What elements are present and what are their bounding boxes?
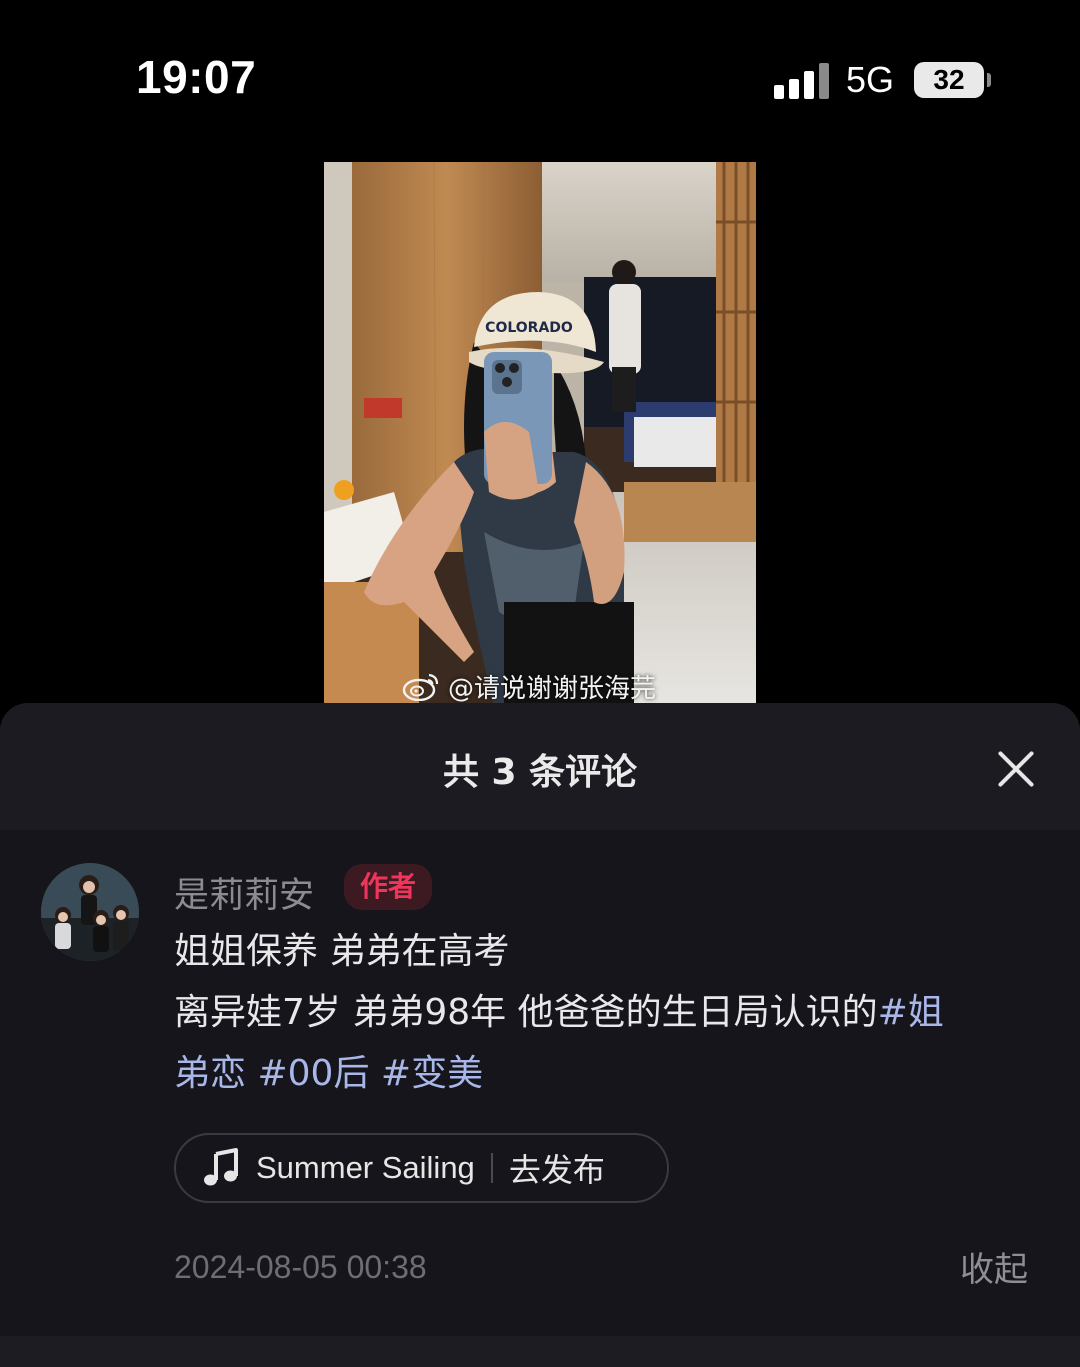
comment-line: 弟恋 #00后 #变美 <box>174 1043 1034 1104</box>
comment-segment: 离异娃7岁 弟弟98年 他爸爸的生日局认识的 <box>174 992 878 1033</box>
close-icon[interactable] <box>990 743 1042 795</box>
watermark-text: @请说谢谢张海芫 <box>448 673 657 704</box>
comments-panel: 共 3 条评论 是莉莉安 作者 姐姐保养 弟弟在高考离异娃7岁 弟弟98年 他爸… <box>0 703 1080 1367</box>
comment-line: 离异娃7岁 弟弟98年 他爸爸的生日局认识的#姐 <box>174 982 1034 1043</box>
comment-timestamp: 2024-08-05 00:38 <box>174 1249 427 1285</box>
status-bar: 19:07 5G 32 <box>0 0 1080 150</box>
network-label: 5G <box>846 59 895 100</box>
battery-cap <box>987 73 991 87</box>
comment-segment: 姐姐保养 弟弟在高考 <box>174 931 510 972</box>
hashtag-link[interactable]: #变美 <box>381 1053 483 1094</box>
comments-header: 共 3 条评论 <box>0 703 1080 830</box>
hashtag-link[interactable]: #姐 <box>878 992 944 1033</box>
post-photo[interactable]: COLORADO <box>324 162 756 707</box>
battery-icon: 32 <box>914 62 984 98</box>
battery-level: 32 <box>933 64 965 95</box>
hashtag-link[interactable]: #00后 <box>257 1053 369 1094</box>
avatar[interactable] <box>41 863 139 961</box>
status-time: 19:07 <box>136 51 257 103</box>
music-title: Summer Sailing <box>256 1150 475 1185</box>
photo-watermark: @请说谢谢张海芫 <box>402 668 656 704</box>
publish-button[interactable]: 去发布 <box>509 1145 605 1191</box>
comment-segment <box>369 1053 380 1094</box>
music-pill[interactable]: Summer Sailing 去发布 <box>174 1133 669 1203</box>
comment-username[interactable]: 是莉莉安 <box>174 867 314 918</box>
comment-text: 姐姐保养 弟弟在高考 离异娃7岁 弟弟98年 他爸爸的生日局认识的#姐 弟恋 #00… <box>174 921 1034 1104</box>
comment-line: 姐姐保养 弟弟在高考 <box>174 921 1034 982</box>
comments-title: 共 3 条评论 <box>442 752 638 793</box>
music-note-icon <box>204 1148 238 1186</box>
comment-segment <box>246 1053 257 1094</box>
cap-text: COLORADO <box>485 320 573 336</box>
hashtag-link[interactable]: 弟恋 <box>174 1053 246 1094</box>
weibo-icon <box>402 673 439 701</box>
signal-icon <box>774 63 830 99</box>
author-badge: 作者 <box>344 864 432 910</box>
next-comment-strip <box>0 1336 1080 1367</box>
music-divider <box>490 1153 493 1183</box>
collapse-button[interactable]: 收起 <box>960 1242 1028 1291</box>
